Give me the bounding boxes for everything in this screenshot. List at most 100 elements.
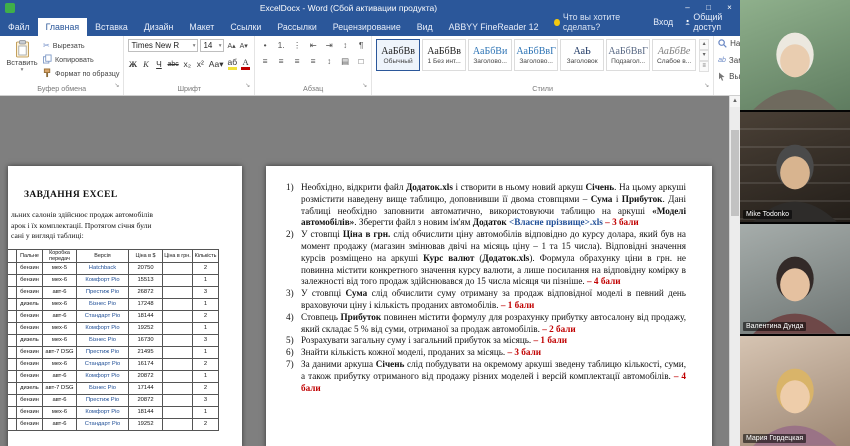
bold-button[interactable]: Ж (128, 59, 137, 70)
table-cell: бензин (16, 345, 43, 359)
ribbon-tab[interactable]: Файл (0, 18, 38, 36)
table-cell (162, 285, 193, 299)
participant-tile[interactable]: Мария Гордецкая (740, 336, 850, 446)
select-button[interactable]: Выделить ▾ (718, 72, 740, 81)
style-label: Слабое в... (657, 58, 692, 65)
table-row: 100 к.с. (74 кВт)дизельмех-6Бізнес Ріо17… (8, 297, 219, 311)
align-center-button[interactable]: ≡ (275, 55, 287, 67)
text-highlight-button[interactable]: аб (227, 58, 238, 70)
sort-button[interactable]: ↕ (339, 39, 351, 51)
shading-button[interactable]: ▤ (339, 55, 351, 67)
format-painter-button[interactable]: Формат по образцу (43, 67, 119, 79)
font-size-select[interactable]: 14 ▾ (200, 39, 225, 52)
replace-icon: ab (718, 56, 726, 64)
document-area: ЗАВДАННЯ EXCEL льних салонів здійснює пр… (0, 96, 740, 446)
table-cell: Стандарт Ріо (76, 357, 129, 371)
style-card[interactable]: АаБбВе Слабое в... (652, 39, 697, 71)
ribbon-tab[interactable]: Дизайн (136, 18, 182, 36)
table-cell: бензин (16, 405, 43, 419)
sign-in-button[interactable]: Вход (653, 17, 673, 27)
borders-button[interactable]: □ (355, 55, 367, 67)
strikethrough-button[interactable]: abc (167, 59, 178, 70)
ribbon-tab[interactable]: ABBYY FineReader 12 (441, 18, 547, 36)
font-dialog-launcher-icon[interactable]: ↘ (245, 80, 250, 93)
paste-button[interactable]: Вставить ▾ (4, 39, 40, 73)
style-card[interactable]: АаБбВвГ Заголово... (514, 39, 559, 71)
share-button[interactable]: Общий доступ (685, 12, 732, 32)
task-item: 6) Знайти кількість кожної моделі, продан… (286, 347, 686, 359)
font-color-button[interactable]: А (241, 58, 251, 70)
replace-label: Заменить (728, 55, 740, 65)
scrollbar-thumb[interactable] (731, 130, 739, 216)
column-header: Потужність (8, 248, 17, 263)
cut-button[interactable]: ✂ Вырезать (43, 39, 119, 51)
ribbon-tab[interactable]: Рецензирование (325, 18, 409, 36)
style-card[interactable]: АаБбВи Заголово... (468, 39, 513, 71)
paragraph-dialog-launcher-icon[interactable]: ↘ (362, 80, 367, 93)
vertical-scrollbar[interactable]: ▲ (729, 96, 740, 446)
shrink-font-button[interactable]: А▾ (239, 42, 249, 50)
table-cell: 3 (192, 285, 219, 299)
multilevel-list-button[interactable]: ⋮ (291, 39, 303, 51)
underline-button[interactable]: Ч (154, 59, 163, 70)
align-left-button[interactable]: ≡ (259, 55, 271, 67)
grow-font-button[interactable]: А▴ (226, 42, 236, 50)
style-card[interactable]: АаБбВвГ Подзагол... (606, 39, 651, 71)
pilcrow-button[interactable]: ¶ (355, 39, 367, 51)
find-button[interactable]: Найти ▾ (718, 39, 740, 48)
car-table-head: ПотужністьПальнеКоробка передачВерсіяЦін… (8, 248, 219, 263)
intro-paragraph: льних салонів здійснює продаж автомобілі… (11, 210, 242, 242)
document-page-right[interactable]: 1) Необхідно, відкрити файл Додаток.xls і… (266, 166, 712, 446)
align-right-button[interactable]: ≡ (291, 55, 303, 67)
style-label: Обычный (383, 58, 413, 65)
bullets-button[interactable]: • (259, 39, 271, 51)
table-cell: Комфорт Ріо (76, 405, 129, 419)
styles-down-icon[interactable]: ▾ (699, 50, 710, 61)
table-cell: 16730 (128, 333, 163, 347)
table-cell: Престиж Ріо (76, 393, 129, 407)
increase-indent-button[interactable]: ⇥ (323, 39, 335, 51)
numbering-button[interactable]: 1. (275, 39, 287, 51)
styles-dialog-launcher-icon[interactable]: ↘ (704, 80, 709, 93)
table-cell: 19252 (128, 417, 163, 431)
line-spacing-button[interactable]: ↕ (323, 55, 335, 67)
table-cell: мех-5 (42, 261, 77, 275)
document-page-left[interactable]: ЗАВДАННЯ EXCEL льних салонів здійснює пр… (8, 166, 242, 446)
scroll-up-icon[interactable]: ▲ (730, 96, 740, 107)
styles-up-icon[interactable]: ▴ (699, 39, 710, 50)
italic-button[interactable]: К (141, 59, 150, 70)
ribbon-tab[interactable]: Макет (181, 18, 222, 36)
ribbon-tab[interactable]: Главная (37, 18, 88, 36)
table-cell (162, 273, 193, 287)
clipboard-dialog-launcher-icon[interactable]: ↘ (114, 80, 119, 93)
style-card[interactable]: АаЬ Заголовок (560, 39, 605, 71)
task-number: 2) (286, 229, 294, 240)
justify-button[interactable]: ≡ (307, 55, 319, 67)
participant-tile[interactable]: Валентина Дунда (740, 224, 850, 334)
style-card[interactable]: АаБбВв 1 Без инт... (422, 39, 467, 71)
table-cell: 2 (192, 381, 219, 395)
task-text: Знайти кількість кожної моделі, проданих… (301, 347, 542, 358)
replace-button[interactable]: ab Заменить (718, 56, 740, 65)
superscript-button[interactable]: x² (196, 59, 205, 70)
font-family-dropdown-icon: ▾ (192, 42, 196, 49)
ribbon-tab[interactable]: Рассылки (269, 18, 324, 36)
table-cell (162, 261, 193, 275)
paragraph-group: • 1. ⋮ ⇤ ⇥ ↕ ¶ ≡ ≡ ≡ ≡ ↕ ▤ □ Абзац ↘ (255, 36, 373, 95)
table-cell: дизель (16, 333, 43, 347)
styles-more-icon[interactable]: ≡ (699, 61, 710, 72)
ribbon-tab[interactable]: Ссылки (222, 18, 269, 36)
copy-button[interactable]: Копировать (43, 53, 119, 65)
ribbon-tab[interactable]: Вставка (87, 18, 136, 36)
participant-tile[interactable]: Mike Todonko (740, 112, 850, 222)
ribbon-tab[interactable]: Вид (409, 18, 441, 36)
table-cell (162, 405, 193, 419)
tell-me-box[interactable]: Что вы хотите сделать? (546, 8, 645, 36)
font-family-select[interactable]: Times New R ▾ (128, 39, 199, 52)
subscript-button[interactable]: x₂ (183, 59, 192, 70)
table-cell (162, 333, 193, 347)
decrease-indent-button[interactable]: ⇤ (307, 39, 319, 51)
style-card[interactable]: АаБбВв Обычный (376, 39, 421, 71)
change-case-button[interactable]: Аа▾ (209, 59, 224, 70)
participant-tile[interactable] (740, 0, 850, 110)
